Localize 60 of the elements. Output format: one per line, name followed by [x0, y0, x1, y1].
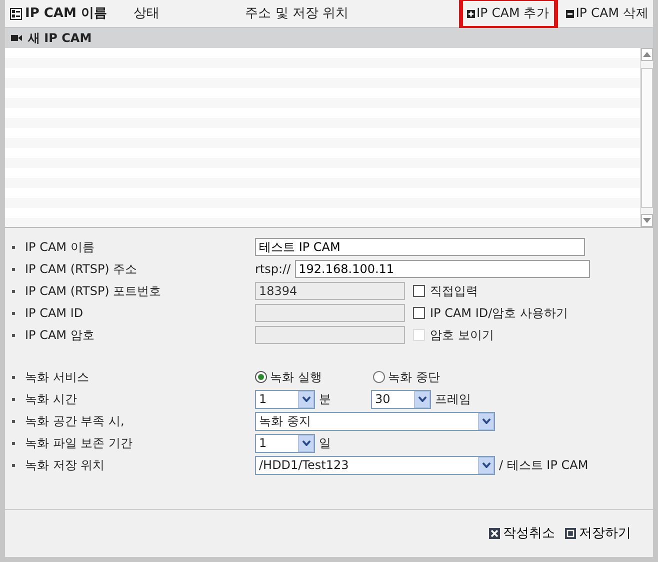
checkbox: 암호 보이기 — [413, 326, 494, 344]
field-label: IP CAM (RTSP) 주소 — [25, 261, 138, 278]
caret-icon — [482, 462, 490, 468]
camera-icon — [11, 34, 22, 42]
plus-icon — [466, 10, 474, 18]
scroll-up-icon — [643, 52, 651, 57]
bullet-icon — [12, 246, 15, 248]
bullet-icon — [12, 334, 15, 336]
caret-icon — [482, 418, 490, 424]
list-icon — [10, 8, 22, 20]
unit-label: 프레임 — [435, 391, 471, 408]
dropdown[interactable]: 30 — [371, 390, 431, 408]
input-field[interactable]: 192.168.100.11 — [294, 260, 590, 278]
input-field[interactable]: 테스트 IP CAM — [255, 238, 585, 256]
bullet-icon — [12, 290, 15, 292]
dropdown[interactable]: 1 — [255, 390, 315, 408]
field-label: 녹화 저장 위치 — [25, 457, 105, 474]
column-header: IP CAM 이름 — [25, 4, 107, 23]
bullet-icon — [12, 420, 15, 422]
bullet-icon — [12, 312, 15, 314]
field-label: 녹화 서비스 — [25, 369, 89, 386]
save-button[interactable]: 저장하기 — [565, 524, 631, 544]
bullet-icon — [12, 376, 15, 378]
unit-label: / 테스트 IP CAM — [499, 457, 588, 474]
field-label: 녹화 파일 보존 기간 — [25, 435, 132, 452]
radio-button[interactable] — [373, 371, 385, 383]
field-label: IP CAM 이름 — [25, 239, 94, 256]
dropdown[interactable]: 녹화 중지 — [255, 412, 495, 430]
dropdown[interactable]: /HDD1/Test123 — [255, 456, 495, 474]
radio-label: 녹화 실행 — [270, 369, 322, 386]
scroll-thumb[interactable] — [641, 68, 653, 208]
column-header: 주소 및 저장 위치 — [245, 4, 349, 23]
bullet-icon — [12, 464, 15, 466]
field-label: IP CAM (RTSP) 포트번호 — [25, 283, 162, 300]
column-header: 상태 — [134, 4, 160, 23]
field-label: 녹화 시간 — [25, 391, 77, 408]
field-prefix: rtsp:// — [255, 261, 291, 278]
field-label: 녹화 공간 부족 시, — [25, 413, 124, 430]
dropdown[interactable]: 1 — [255, 434, 315, 452]
bullet-icon — [12, 398, 15, 400]
radio-label: 녹화 중단 — [388, 369, 440, 386]
minus-icon — [566, 10, 574, 18]
field-label: IP CAM 암호 — [25, 327, 94, 344]
bullet-icon — [12, 442, 15, 444]
cancel-button[interactable]: 작성취소 — [489, 524, 555, 544]
scroll-down-icon — [643, 218, 651, 223]
caret-icon — [302, 440, 310, 446]
close-icon — [489, 528, 500, 539]
radio-button[interactable] — [255, 371, 267, 383]
add-button[interactable]: IP CAM 추가 — [462, 1, 554, 26]
group-title: 새 IP CAM — [28, 30, 92, 47]
caret-icon — [302, 396, 310, 402]
caret-icon — [418, 396, 426, 402]
unit-label: 분 — [319, 391, 331, 408]
bullet-icon — [12, 268, 15, 270]
unit-label: 일 — [319, 435, 331, 452]
scrollbar[interactable] — [640, 48, 653, 227]
delete-button[interactable]: IP CAM 삭제 — [562, 2, 653, 25]
field-label: IP CAM ID — [25, 305, 84, 322]
save-icon — [565, 528, 576, 539]
